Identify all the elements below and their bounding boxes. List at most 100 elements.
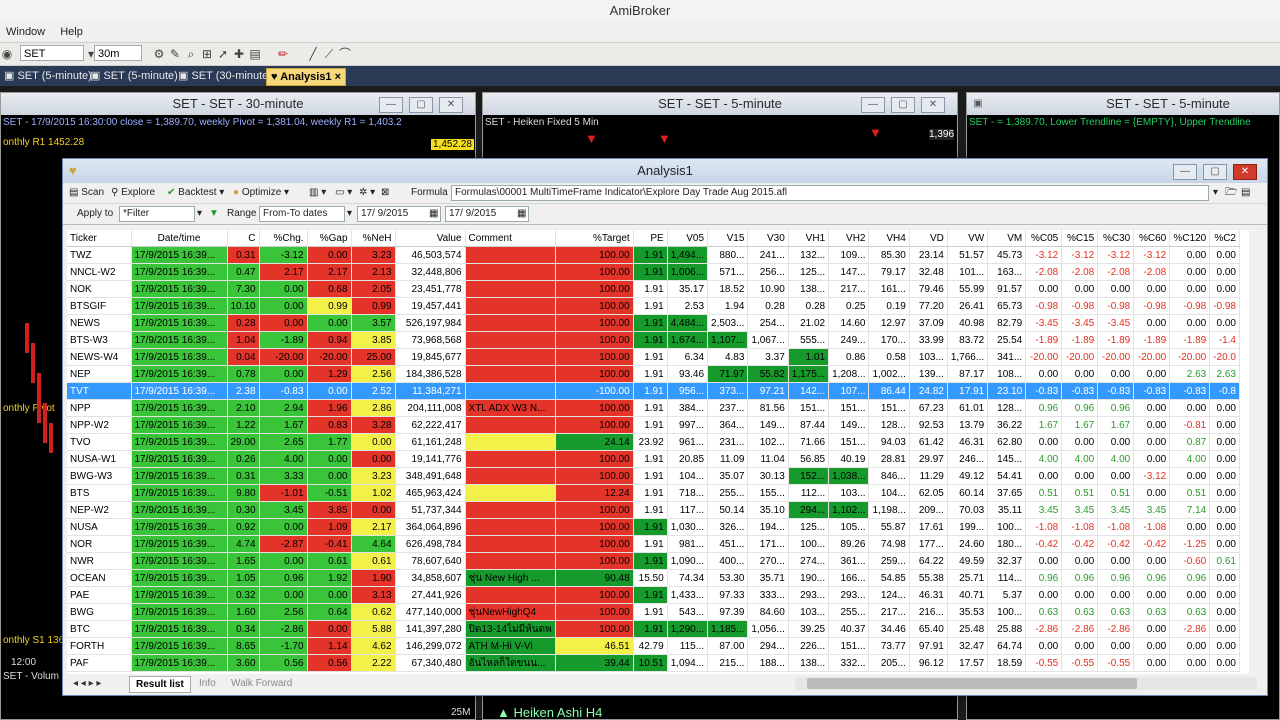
vertical-scrollbar[interactable] xyxy=(1249,230,1263,674)
table-row[interactable]: NEP-W2 17/9/2015 16:39... 0.30 3.45 3.85 0.00… xyxy=(67,501,1240,519)
column-header[interactable]: V05 xyxy=(667,230,709,247)
column-header[interactable]: PE xyxy=(633,230,668,247)
tab-result-list[interactable]: Result list xyxy=(129,676,191,693)
table-row[interactable]: TVT 17/9/2015 16:39... 2.38 -0.83 0.00 2.52 11… xyxy=(67,382,1240,400)
table-row[interactable]: NPP-W2 17/9/2015 16:39... 1.22 1.67 0.83 3.28… xyxy=(67,416,1240,434)
settings-icon[interactable]: ✲ ▾ xyxy=(359,186,375,200)
tab-set-5-minute-1[interactable]: ▣ SET (5-minute) xyxy=(0,68,96,84)
table-row[interactable]: BTS 17/9/2015 16:39... 9.80 -1.01 -0.51 1.02 4… xyxy=(67,484,1240,502)
table-row[interactable]: PAE 17/9/2015 16:39... 0.32 0.00 0.00 3.13 27,… xyxy=(67,586,1240,604)
column-header[interactable]: Ticker xyxy=(67,230,132,247)
column-header[interactable]: %Target xyxy=(555,230,634,247)
report-icon[interactable]: ▥ ▾ xyxy=(309,186,326,200)
table-row[interactable]: OCEAN 17/9/2015 16:39... 1.05 0.96 1.92 1.90 3… xyxy=(67,569,1240,587)
menu-help[interactable]: Help xyxy=(54,22,89,42)
scan-button[interactable]: ▤ Scan xyxy=(69,186,104,200)
power-icon[interactable]: ◉ xyxy=(0,47,14,61)
column-header[interactable]: Comment xyxy=(465,230,556,247)
close-button[interactable]: ✕ xyxy=(439,97,463,113)
explore-button[interactable]: ⚲ Explore xyxy=(111,186,155,200)
table-row[interactable]: NEWS 17/9/2015 16:39... 0.28 0.00 0.00 3.57 52… xyxy=(67,314,1240,332)
column-header[interactable]: %C60 xyxy=(1133,230,1171,247)
tab-analysis1[interactable]: ♥ Analysis1 × xyxy=(266,68,347,86)
column-header[interactable]: C xyxy=(227,230,260,247)
table-row[interactable]: PAF 17/9/2015 16:39... 3.60 0.56 0.56 2.22 67,… xyxy=(67,654,1240,672)
table-row[interactable]: NOR 17/9/2015 16:39... 4.74 -2.87 -0.41 4.64 6… xyxy=(67,535,1240,553)
backtest-button[interactable]: ✔ Backtest ▾ xyxy=(167,186,224,200)
horizontal-scrollbar[interactable] xyxy=(795,677,1257,690)
zoom-icon[interactable]: ⌕ xyxy=(184,47,198,61)
column-header[interactable]: VH4 xyxy=(868,230,910,247)
table-row[interactable]: NWR 17/9/2015 16:39... 1.65 0.00 0.61 0.61 78,… xyxy=(67,552,1240,570)
column-header[interactable]: VM xyxy=(987,230,1027,247)
column-header[interactable]: Value xyxy=(395,230,466,247)
maximize-button[interactable]: ▢ xyxy=(891,97,915,113)
table-row[interactable]: NPP 17/9/2015 16:39... 2.10 2.94 1.96 2.86 204… xyxy=(67,399,1240,417)
chart-type-icon[interactable]: ⊞ xyxy=(200,47,214,61)
column-header[interactable]: %C30 xyxy=(1097,230,1135,247)
arc-icon[interactable]: ⌒ xyxy=(338,47,352,61)
table-row[interactable]: NUSA-W1 17/9/2015 16:39... 0.26 4.00 0.00 0.0… xyxy=(67,450,1240,468)
table-row[interactable]: NEP 17/9/2015 16:39... 0.78 0.00 1.29 2.56 184… xyxy=(67,365,1240,383)
column-header[interactable]: %C120 xyxy=(1169,230,1211,247)
chevron-down-icon[interactable]: ▾ xyxy=(347,207,352,221)
table-row[interactable]: BWG-W3 17/9/2015 16:39... 0.31 3.33 0.00 3.23… xyxy=(67,467,1240,485)
column-header[interactable]: V15 xyxy=(707,230,749,247)
maximize-button[interactable]: ▢ xyxy=(409,97,433,113)
column-header[interactable]: Date/time xyxy=(131,230,228,247)
pointer-icon[interactable]: ➚ xyxy=(216,47,230,61)
tab-info[interactable]: Info xyxy=(193,676,222,691)
draw-tool-icon[interactable]: ✎ xyxy=(168,47,182,61)
table-row[interactable]: BTC 17/9/2015 16:39... 0.34 -2.86 0.00 5.88 14… xyxy=(67,620,1240,638)
close-button[interactable]: ✕ xyxy=(921,97,945,113)
color-pen-icon[interactable]: ✏ xyxy=(276,47,290,61)
minimize-button[interactable]: — xyxy=(1173,164,1197,180)
minimize-button[interactable]: — xyxy=(861,97,885,113)
column-header[interactable]: %C15 xyxy=(1061,230,1099,247)
table-row[interactable]: NNCL-W2 17/9/2015 16:39... 0.47 2.17 2.17 2.1… xyxy=(67,263,1240,281)
table-row[interactable]: NUSA 17/9/2015 16:39... 0.92 0.00 1.09 2.17 36… xyxy=(67,518,1240,536)
table-row[interactable]: NOK 17/9/2015 16:39... 7.30 0.00 0.68 2.05 23,… xyxy=(67,280,1240,298)
table-row[interactable]: FORTH 17/9/2015 16:39... 8.65 -1.70 1.14 4.62… xyxy=(67,637,1240,655)
formula-path-field[interactable]: Formulas\00001 MultiTimeFrame Indicator\… xyxy=(451,185,1209,201)
tab-set-5-minute-2[interactable]: ▣ SET (5-minute) xyxy=(86,68,182,84)
table-row[interactable]: BTS-W3 17/9/2015 16:39... 1.04 -1.89 0.94 3.8… xyxy=(67,331,1240,349)
chevron-down-icon[interactable]: ▾ xyxy=(197,207,202,221)
tab-set-30-minute[interactable]: ▣ SET (30-minute) xyxy=(174,68,276,84)
column-header[interactable]: %NeH xyxy=(351,230,396,247)
table-row[interactable]: NEWS-W4 17/9/2015 16:39... 0.04 -20.00 -20.0… xyxy=(67,348,1240,366)
table-row[interactable]: TVO 17/9/2015 16:39... 29.00 2.65 1.77 0.00 61… xyxy=(67,433,1240,451)
column-header[interactable]: %C05 xyxy=(1025,230,1063,247)
formula-dropdown-icon[interactable]: ▾ xyxy=(1213,186,1218,200)
table-row[interactable]: BWG 17/9/2015 16:39... 1.60 2.56 0.64 0.62 477… xyxy=(67,603,1240,621)
export-icon[interactable]: ⊠ xyxy=(381,186,389,200)
tab-walk-forward[interactable]: Walk Forward xyxy=(225,676,298,691)
optimize-button[interactable]: ● Optimize ▾ xyxy=(233,186,289,200)
maximize-button[interactable]: ▢ xyxy=(1203,164,1227,180)
column-header[interactable]: VH1 xyxy=(788,230,830,247)
window-icon[interactable]: ▭ ▾ xyxy=(335,186,352,200)
column-header[interactable]: VW xyxy=(947,230,989,247)
column-header[interactable]: %Chg. xyxy=(259,230,308,247)
ray-icon[interactable]: ⟋ xyxy=(322,47,336,61)
result-list-grid[interactable]: Ticker Date/time C %Chg. %Gap %NeH Value Commen… xyxy=(67,230,1249,674)
apply-to-select[interactable]: *Filter xyxy=(119,206,195,222)
interval-select[interactable]: 30m xyxy=(94,45,142,61)
close-icon[interactable]: × xyxy=(335,71,341,83)
line-icon[interactable]: ╱ xyxy=(306,47,320,61)
calendar-icon[interactable]: ▦ xyxy=(429,207,438,221)
minimize-button[interactable]: — xyxy=(379,97,403,113)
table-row[interactable]: BTSGIF 17/9/2015 16:39... 10.10 0.00 0.99 0.9… xyxy=(67,297,1240,315)
edit-formula-icon[interactable]: ▤ xyxy=(1241,186,1250,200)
column-header[interactable]: V30 xyxy=(747,230,789,247)
nav-arrows[interactable]: ◂ ◂ ▸ ▸ xyxy=(67,676,107,691)
crosshair-icon[interactable]: ✚ xyxy=(232,47,246,61)
open-folder-icon[interactable]: 🗁 xyxy=(1225,186,1237,200)
column-header[interactable]: VD xyxy=(909,230,948,247)
column-header[interactable]: VH2 xyxy=(828,230,870,247)
menu-window[interactable]: Window xyxy=(0,22,51,42)
print-icon[interactable]: ▤ xyxy=(248,47,262,61)
sync-icon[interactable]: ⚙ xyxy=(152,47,166,61)
table-row[interactable]: TWZ 17/9/2015 16:39... 0.31 -3.12 0.00 3.23 46… xyxy=(67,246,1240,264)
calendar-icon[interactable]: ▦ xyxy=(517,207,526,221)
